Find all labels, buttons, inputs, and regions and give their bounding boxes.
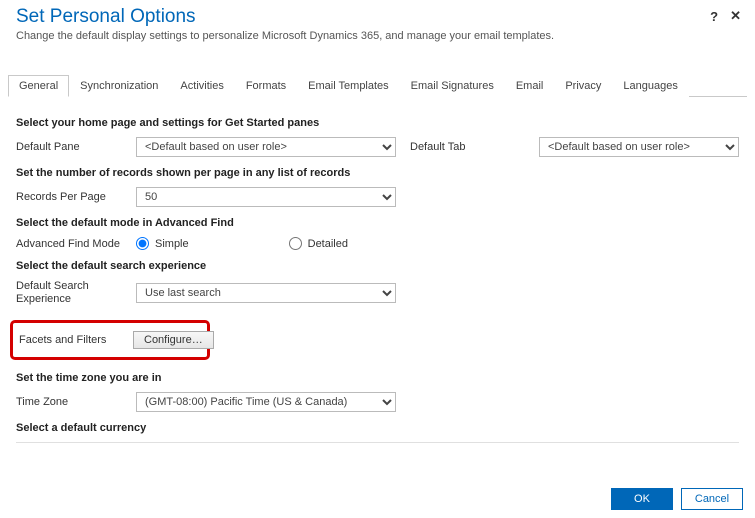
advfind-simple-option[interactable]: Simple [136,237,189,250]
section-search: Select the default search experience [16,260,739,272]
default-tab-select[interactable]: <Default based on user role> [539,137,739,157]
advfind-detailed-radio[interactable] [289,237,302,250]
tab-languages[interactable]: Languages [612,75,688,97]
facets-highlight: Facets and Filters Configure… [10,320,210,360]
default-search-select[interactable]: Use last search [136,283,396,303]
page-subtitle: Change the default display settings to p… [16,30,739,42]
tab-email[interactable]: Email [505,75,555,97]
default-search-label: Default Search Experience [16,280,136,306]
records-per-page-select[interactable]: 50 [136,187,396,207]
page-title: Set Personal Options [16,6,739,28]
tab-email-signatures[interactable]: Email Signatures [400,75,505,97]
advfind-detailed-option[interactable]: Detailed [289,237,348,250]
cancel-button[interactable]: Cancel [681,488,743,510]
timezone-label: Time Zone [16,396,136,408]
help-icon[interactable]: ? [710,9,718,24]
tab-formats[interactable]: Formats [235,75,297,97]
advfind-mode-label: Advanced Find Mode [16,238,136,250]
tab-synchronization[interactable]: Synchronization [69,75,169,97]
section-homepage: Select your home page and settings for G… [16,117,739,129]
advfind-simple-radio[interactable] [136,237,149,250]
configure-button[interactable]: Configure… [133,331,214,349]
section-currency: Select a default currency [16,422,739,434]
section-records: Set the number of records shown per page… [16,167,739,179]
tab-email-templates[interactable]: Email Templates [297,75,400,97]
close-icon[interactable]: ✕ [730,8,741,24]
section-advfind: Select the default mode in Advanced Find [16,217,739,229]
advfind-detailed-label: Detailed [308,238,348,250]
ok-button[interactable]: OK [611,488,673,510]
content-panel: Select your home page and settings for G… [0,97,755,467]
default-pane-label: Default Pane [16,141,136,153]
records-per-page-label: Records Per Page [16,191,136,203]
section-timezone: Set the time zone you are in [16,372,739,384]
tab-privacy[interactable]: Privacy [554,75,612,97]
tab-activities[interactable]: Activities [169,75,234,97]
tab-general[interactable]: General [8,75,69,97]
timezone-select[interactable]: (GMT-08:00) Pacific Time (US & Canada) [136,392,396,412]
default-tab-label: Default Tab [410,141,465,153]
default-pane-select[interactable]: <Default based on user role> [136,137,396,157]
tabs-bar: General Synchronization Activities Forma… [8,74,747,97]
advfind-simple-label: Simple [155,238,189,250]
facets-filters-label: Facets and Filters [19,334,133,346]
